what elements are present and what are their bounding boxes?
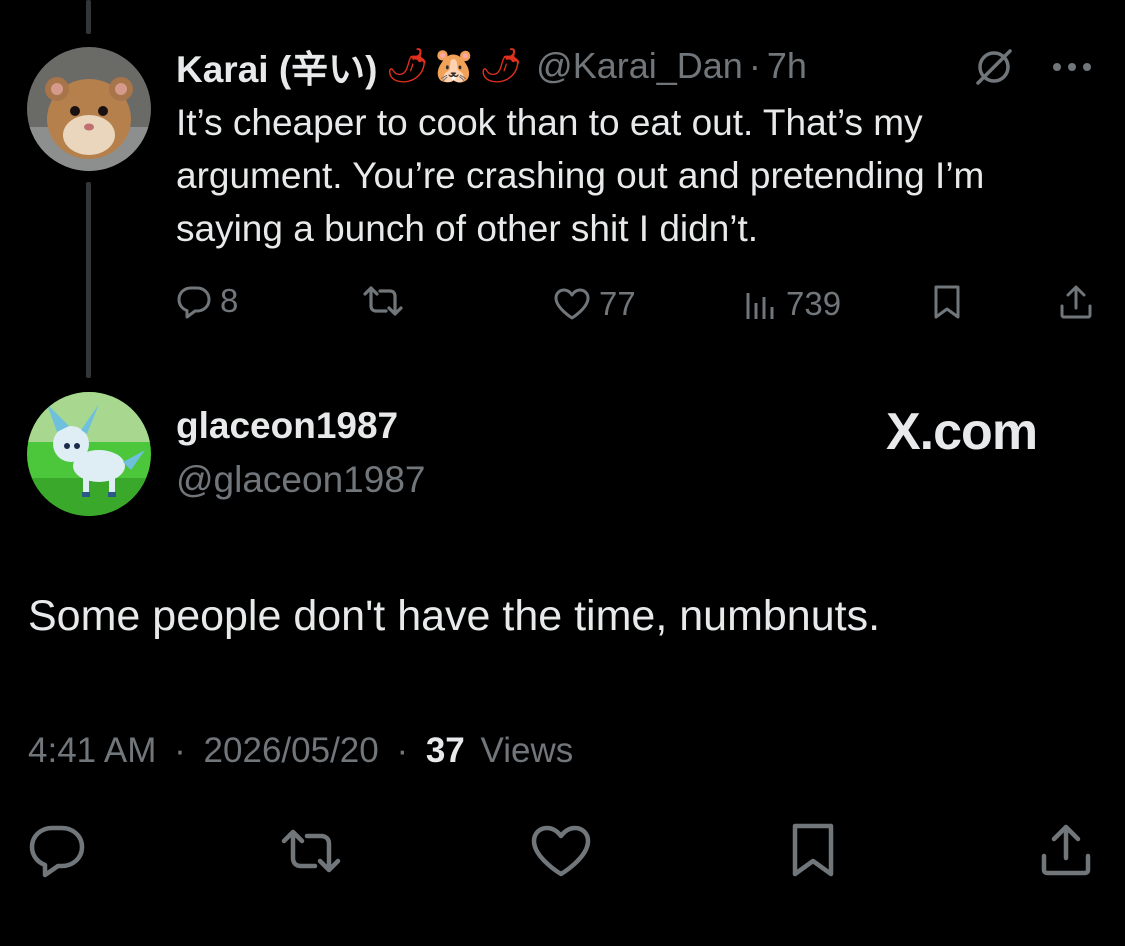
more-icon[interactable] xyxy=(1050,60,1094,79)
tweet-text: Some people don't have the time, numbnut… xyxy=(28,592,881,640)
repost-button[interactable] xyxy=(360,284,406,318)
display-name[interactable]: Karai (辛い) xyxy=(176,39,377,93)
reply-icon xyxy=(177,286,211,319)
views-count: 37 xyxy=(425,731,465,770)
like-button[interactable] xyxy=(530,824,592,878)
display-name[interactable]: glaceon1987 xyxy=(176,405,398,447)
views-icon xyxy=(746,293,774,319)
reply-count: 8 xyxy=(220,282,239,319)
like-button[interactable]: 77 xyxy=(553,285,636,323)
hamster-face-icon: 🐹 xyxy=(432,46,475,86)
repost-button[interactable] xyxy=(278,826,344,876)
thread-line-top xyxy=(86,0,91,34)
reply-button[interactable] xyxy=(28,822,86,878)
separator-dot: · xyxy=(748,45,761,86)
like-count: 77 xyxy=(599,285,636,322)
chili-pepper-icon: 🌶 xyxy=(385,46,429,86)
tweet-header: Karai (辛い) 🌶 🐹 🌶 @Karai_Dan · 7h xyxy=(176,44,807,90)
views-label: Views xyxy=(480,731,574,770)
bookmark-icon xyxy=(934,285,960,319)
grok-icon[interactable] xyxy=(972,47,1016,92)
repost-icon xyxy=(281,829,341,873)
avatar[interactable] xyxy=(27,392,151,516)
tweet-date[interactable]: 2026/05/20 xyxy=(204,731,379,770)
share-icon xyxy=(1041,824,1091,876)
reply-icon xyxy=(29,825,85,878)
reply-button[interactable]: 8 xyxy=(176,282,238,320)
bookmark-button[interactable] xyxy=(789,822,837,878)
user-handle[interactable]: @Karai_Dan xyxy=(536,45,743,87)
thread-line xyxy=(86,182,91,378)
tweet-age[interactable]: 7h xyxy=(767,45,807,87)
avatar[interactable] xyxy=(27,47,151,171)
views-button[interactable]: 739 xyxy=(744,285,841,323)
chili-pepper-icon: 🌶 xyxy=(479,46,523,86)
bookmark-button[interactable] xyxy=(932,284,962,320)
separator-dot: · xyxy=(174,731,186,770)
x-com-watermark: X.com xyxy=(886,403,1038,461)
share-icon xyxy=(1060,285,1092,319)
heart-icon xyxy=(531,825,591,877)
bookmark-icon xyxy=(792,823,834,877)
tweet-text: It’s cheaper to cook than to eat out. Th… xyxy=(176,102,985,249)
tweet-time[interactable]: 4:41 AM xyxy=(28,731,156,770)
tweet-metadata: 4:41 AM · 2026/05/20 · 37 Views xyxy=(28,731,573,771)
separator-dot: · xyxy=(396,731,409,770)
user-handle[interactable]: @glaceon1987 xyxy=(176,459,425,501)
share-button[interactable] xyxy=(1058,284,1094,320)
repost-icon xyxy=(363,286,403,316)
views-count: 739 xyxy=(786,285,842,322)
share-button[interactable] xyxy=(1038,822,1094,878)
heart-icon xyxy=(554,288,590,320)
